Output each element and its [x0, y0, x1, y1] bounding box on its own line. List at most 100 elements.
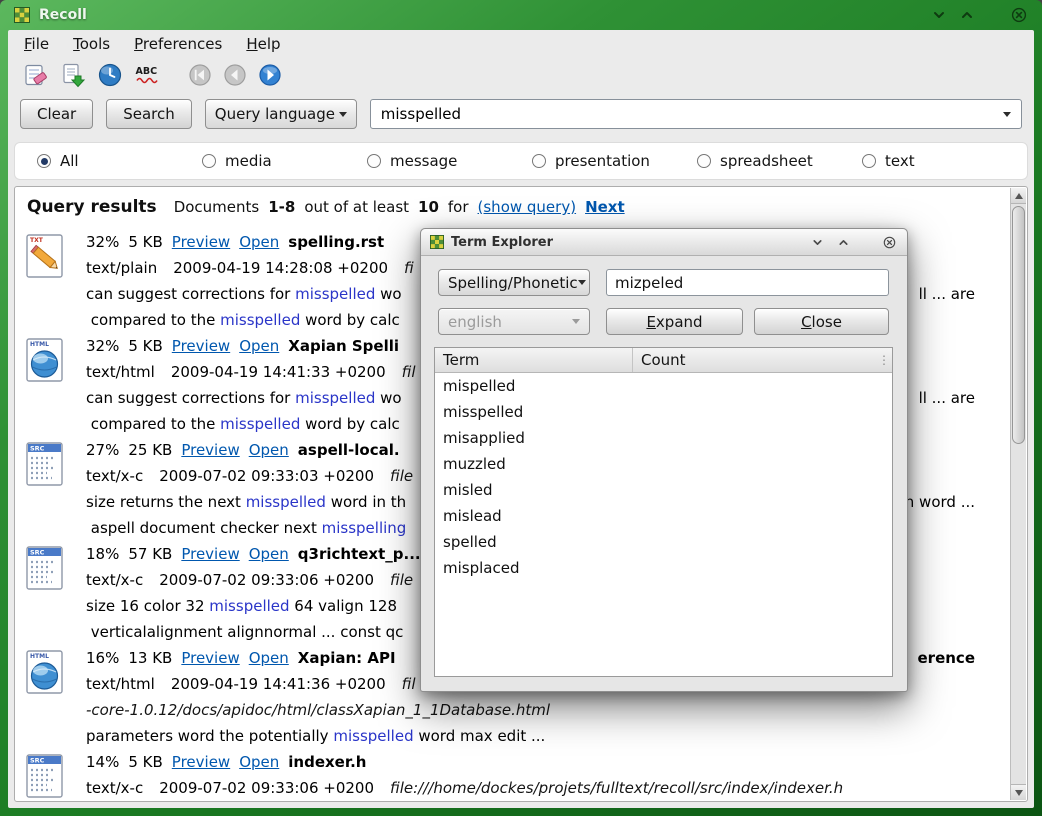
- minimize-button[interactable]: [930, 6, 948, 24]
- clear-button[interactable]: Clear: [20, 99, 93, 129]
- result-url-line: -core-1.0.12/docs/apidoc/html/classXapia…: [86, 697, 981, 723]
- menu-help[interactable]: Help: [246, 35, 280, 53]
- result-relevance: 27%: [86, 437, 119, 463]
- term-table-header[interactable]: Term Count: [435, 348, 892, 373]
- term-column-header[interactable]: Term: [435, 348, 633, 372]
- save-query-icon[interactable]: [59, 61, 87, 89]
- maximize-button[interactable]: [958, 6, 976, 24]
- results-scrollbar[interactable]: [1010, 188, 1026, 800]
- preview-link[interactable]: Preview: [181, 645, 239, 671]
- radio-icon: [862, 154, 876, 168]
- search-bar: Clear Search Query language misspelled: [8, 92, 1034, 136]
- count-value: [633, 373, 892, 399]
- open-link[interactable]: Open: [249, 437, 289, 463]
- titlebar[interactable]: Recoll: [0, 0, 1042, 30]
- count-value: [633, 555, 892, 581]
- filter-text[interactable]: text: [862, 152, 1027, 170]
- language-select[interactable]: english: [438, 308, 590, 335]
- result-title: q3richtext_p...: [298, 541, 421, 567]
- result-mime: text/x-c: [86, 463, 143, 489]
- filter-presentation[interactable]: presentation: [532, 152, 697, 170]
- column-handle-icon[interactable]: [878, 353, 892, 367]
- abstract-fragment: n word ...: [905, 489, 981, 515]
- result-title: indexer.h: [288, 749, 366, 775]
- scroll-up-button[interactable]: [1011, 188, 1026, 204]
- abstract-text: word by calc: [300, 307, 399, 333]
- search-button[interactable]: Search: [106, 99, 192, 129]
- preview-link[interactable]: Preview: [172, 333, 230, 359]
- result-relevance: 16%: [86, 645, 119, 671]
- text-file-icon[interactable]: TXT: [23, 232, 71, 280]
- dialog-titlebar[interactable]: Term Explorer: [421, 229, 907, 256]
- radio-icon: [37, 154, 51, 168]
- term-explorer-icon[interactable]: ABC: [133, 61, 161, 89]
- term-row[interactable]: mislead: [435, 503, 892, 529]
- chevron-down-icon: [339, 112, 347, 117]
- term-row[interactable]: mispelled: [435, 373, 892, 399]
- source-file-icon[interactable]: SRC: [23, 544, 71, 592]
- clear-search-icon[interactable]: [22, 61, 50, 89]
- search-value: misspelled: [381, 105, 461, 123]
- filter-spreadsheet[interactable]: spreadsheet: [697, 152, 862, 170]
- result-abstract-line: parameters word the potentially misspell…: [86, 723, 981, 749]
- term-row[interactable]: misapplied: [435, 425, 892, 451]
- svg-text:ABC: ABC: [136, 66, 158, 77]
- term-match-type-select[interactable]: Spelling/Phonetic: [438, 269, 590, 296]
- open-link[interactable]: Open: [239, 229, 279, 255]
- html-file-icon[interactable]: HTML: [23, 336, 71, 384]
- html-file-icon[interactable]: HTML: [23, 648, 71, 696]
- query-language-select[interactable]: Query language: [205, 99, 357, 129]
- page-navigation: [186, 61, 284, 89]
- svg-text:SRC: SRC: [30, 549, 45, 557]
- dialog-maximize-button[interactable]: [834, 233, 852, 251]
- source-file-icon[interactable]: SRC: [23, 752, 71, 800]
- menu-preferences[interactable]: Preferences: [134, 35, 222, 53]
- menu-file[interactable]: File: [24, 35, 49, 53]
- first-page-icon[interactable]: [186, 61, 214, 89]
- highlighted-term: misspelled: [220, 307, 300, 333]
- radio-icon: [202, 154, 216, 168]
- preview-link[interactable]: Preview: [181, 437, 239, 463]
- open-link[interactable]: Open: [239, 333, 279, 359]
- highlighted-term: misspelled: [209, 593, 289, 619]
- term-row[interactable]: spelled: [435, 529, 892, 555]
- term-table: Term Count mispelledmisspelledmisapplied…: [434, 347, 893, 677]
- previous-page-icon[interactable]: [221, 61, 249, 89]
- dialog-minimize-button[interactable]: [808, 233, 826, 251]
- filter-media[interactable]: media: [202, 152, 367, 170]
- term-search-input[interactable]: [606, 269, 889, 296]
- expand-button[interactable]: Expand: [606, 308, 743, 335]
- result-relevance: 32%: [86, 333, 119, 359]
- preview-link[interactable]: Preview: [172, 229, 230, 255]
- scroll-thumb[interactable]: [1012, 206, 1025, 444]
- preview-link[interactable]: Preview: [181, 541, 239, 567]
- count-column-header[interactable]: Count: [633, 351, 878, 369]
- term-row[interactable]: misspelled: [435, 399, 892, 425]
- abstract-text: word max edit ...: [414, 723, 546, 749]
- filter-message[interactable]: message: [367, 152, 532, 170]
- preview-link[interactable]: Preview: [172, 749, 230, 775]
- close-dialog-button[interactable]: Close: [754, 308, 889, 335]
- open-link[interactable]: Open: [249, 541, 289, 567]
- term-value: misplaced: [435, 555, 633, 581]
- result-date: 2009-04-19 14:28:08 +0200: [173, 255, 388, 281]
- result-mime: text/html: [86, 359, 155, 385]
- dialog-close-button[interactable]: [880, 233, 898, 251]
- term-value: misspelled: [435, 399, 633, 425]
- history-icon[interactable]: [96, 61, 124, 89]
- term-row[interactable]: misplaced: [435, 555, 892, 581]
- close-button[interactable]: [1010, 6, 1028, 24]
- term-row[interactable]: muzzled: [435, 451, 892, 477]
- menu-tools[interactable]: Tools: [73, 35, 110, 53]
- term-row[interactable]: misled: [435, 477, 892, 503]
- scroll-down-button[interactable]: [1011, 784, 1026, 800]
- recoll-app-icon: [430, 235, 444, 249]
- open-link[interactable]: Open: [249, 645, 289, 671]
- result-meta-line: text/x-c2009-07-02 09:33:06 +0200file://…: [86, 775, 981, 801]
- source-file-icon[interactable]: SRC: [23, 440, 71, 488]
- filter-all[interactable]: All: [37, 152, 202, 170]
- next-page-icon[interactable]: [256, 61, 284, 89]
- result-url: -core-1.0.12/docs/apidoc/html/classXapia…: [86, 697, 550, 723]
- open-link[interactable]: Open: [239, 749, 279, 775]
- search-input[interactable]: misspelled: [370, 99, 1022, 129]
